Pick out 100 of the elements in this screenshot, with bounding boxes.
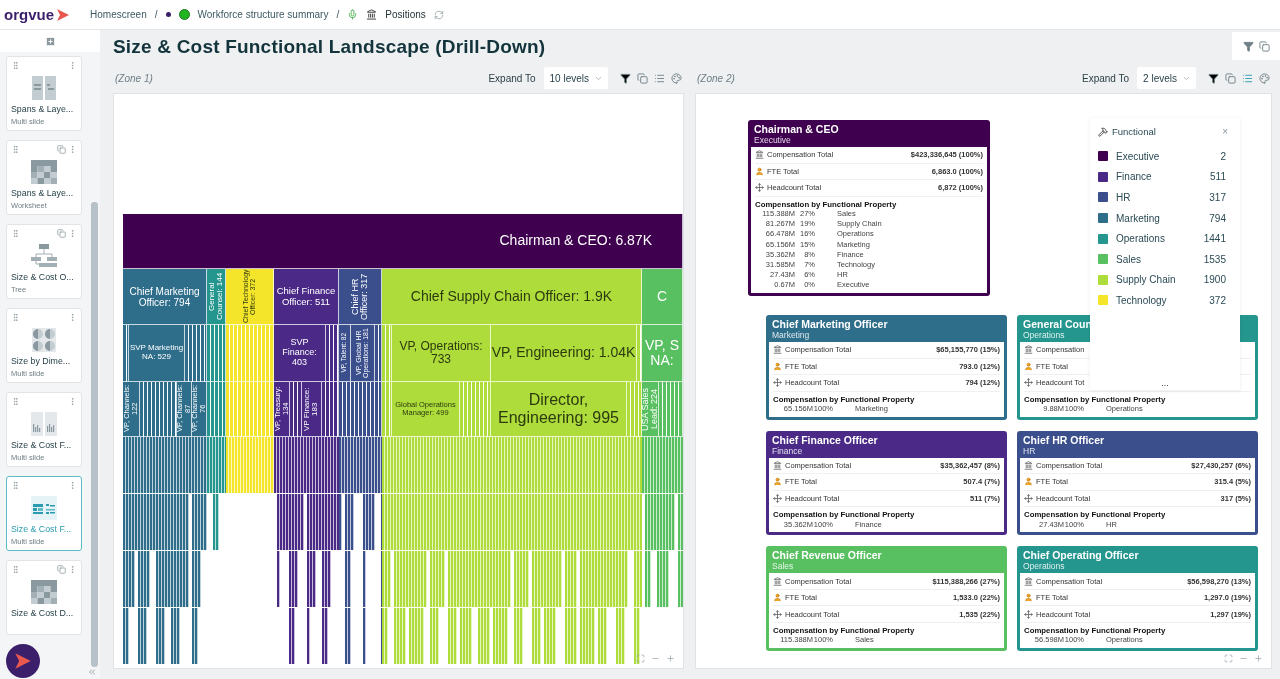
person-icon	[1024, 361, 1033, 371]
bar-thumbnail-icon	[31, 412, 57, 436]
drag-handle-icon[interactable]	[11, 145, 20, 154]
treemap-tile[interactable]	[460, 382, 491, 437]
treemap-tile[interactable]: Chief Finance Officer: 511	[274, 269, 339, 325]
treemap-tile[interactable]	[123, 325, 129, 382]
breadcrumb-link[interactable]: Positions	[385, 9, 426, 20]
bank-icon	[755, 150, 764, 160]
logo[interactable]: orgvue	[4, 6, 54, 23]
treemap-tile[interactable]	[627, 382, 642, 437]
legend-label: Supply Chain	[1116, 274, 1177, 286]
list-icon[interactable]	[654, 72, 665, 84]
more-icon[interactable]	[68, 145, 77, 154]
legend-count: 317	[1209, 192, 1227, 203]
filter-icon[interactable]	[1208, 72, 1219, 84]
treemap-tile[interactable]: Chief Supply Chain Officer: 1.9K	[382, 269, 642, 325]
treemap-tile[interactable]	[226, 382, 274, 437]
card-title: Chief Operating Officer	[1023, 549, 1140, 562]
treemap-tile[interactable]	[207, 325, 226, 382]
zoom-in-icon[interactable]	[666, 654, 675, 663]
legend-label: Technology	[1116, 294, 1168, 306]
treemap-tile[interactable]	[637, 325, 642, 382]
treemap-tile[interactable]: Chief Marketing Officer: 794	[123, 269, 207, 325]
more-icon[interactable]	[68, 229, 77, 238]
copy-icon[interactable]	[1225, 72, 1236, 84]
legend-label: Marketing	[1116, 212, 1161, 224]
cross-arrows-icon	[1024, 378, 1033, 388]
refresh-icon[interactable]	[433, 9, 444, 20]
more-indicator[interactable]: ...	[1161, 378, 1169, 388]
person-icon	[773, 477, 782, 487]
org-card[interactable]	[748, 120, 990, 296]
collapse-icon[interactable]	[87, 667, 97, 677]
list-icon[interactable]	[1242, 72, 1253, 84]
treemap-tile[interactable]: SVP Marketing NA: 529	[129, 325, 185, 382]
drag-handle-icon[interactable]	[11, 481, 20, 490]
copy-icon[interactable]	[637, 72, 648, 84]
slide-card[interactable]: Size & Cost D...	[6, 560, 82, 635]
legend-label: Finance	[1116, 171, 1153, 183]
person-icon	[773, 361, 782, 371]
more-icon[interactable]	[68, 481, 77, 490]
treemap-tile[interactable]	[185, 325, 207, 382]
more-icon[interactable]	[68, 313, 77, 322]
bank-icon	[773, 460, 782, 470]
treemap-tile[interactable]	[382, 382, 392, 437]
levels-select[interactable]: 10 levels	[543, 67, 608, 89]
more-icon[interactable]	[68, 61, 77, 70]
legend-count: 794	[1209, 212, 1227, 224]
worksheet-thumbnail-icon	[31, 160, 57, 184]
add-slide-icon[interactable]	[44, 35, 56, 47]
zone-label: (Zone 1)	[115, 72, 153, 84]
treemap-tile[interactable]	[290, 382, 302, 437]
treemap-tile[interactable]	[207, 382, 226, 437]
breadcrumb-link[interactable]: Workforce structure summary	[197, 9, 329, 20]
more-icon[interactable]	[68, 565, 77, 574]
legend-count: 1535	[1203, 253, 1227, 265]
treemap-tile[interactable]: Director, Engineering: 995	[491, 382, 627, 437]
legend-label: Operations	[1116, 233, 1166, 245]
legend-label: Executive	[1116, 150, 1161, 162]
treemap-tile[interactable]: VP Finance: 183	[302, 382, 322, 437]
drag-handle-icon[interactable]	[11, 229, 20, 238]
fit-icon[interactable]	[636, 654, 645, 663]
card-function: Operations	[1023, 330, 1066, 340]
legend-count: 1441	[1203, 233, 1227, 245]
treemap-tile[interactable]	[140, 382, 177, 437]
app-launcher-button[interactable]	[6, 644, 40, 678]
drag-handle-icon[interactable]	[11, 397, 20, 406]
drag-handle-icon[interactable]	[11, 61, 20, 70]
treemap-tile[interactable]: Chief HR Officer: 317	[339, 269, 382, 325]
palette-icon[interactable]	[671, 72, 682, 84]
filter-icon[interactable]	[620, 72, 631, 84]
card-function: Executive	[754, 135, 792, 145]
levels-select[interactable]: 2 levels	[1137, 67, 1196, 89]
cross-arrows-icon	[755, 183, 764, 193]
copy-icon[interactable]	[1258, 40, 1270, 52]
treemap-tile[interactable]	[322, 382, 339, 437]
treemap-tile[interactable]: General Counsel: 144	[207, 269, 226, 325]
treemap-tile[interactable]	[382, 325, 392, 382]
breadcrumb-link[interactable]: Homescreen	[90, 9, 147, 20]
treemap-tile[interactable]: VP, Engineering: 1.04K	[491, 325, 637, 382]
treemap-tile[interactable]: SVP Finance: 403	[274, 325, 326, 382]
treemap-tile[interactable]: VP, Operations: 733	[392, 325, 491, 382]
fit-icon[interactable]	[1224, 654, 1233, 663]
treemap-tile[interactable]	[659, 382, 683, 437]
expand-label: Expand To	[488, 72, 536, 84]
more-icon[interactable]	[68, 397, 77, 406]
treemap-tile[interactable]	[339, 382, 382, 437]
treemap-tile[interactable]	[326, 325, 339, 382]
card-function: Finance	[772, 445, 804, 456]
treemap-tile[interactable]	[375, 325, 382, 382]
scrollbar[interactable]	[90, 202, 98, 667]
drag-handle-icon[interactable]	[11, 565, 20, 574]
legend-count: 372	[1209, 294, 1227, 306]
legend-title: Functional	[1112, 126, 1156, 137]
palette-icon[interactable]	[1259, 72, 1270, 84]
treemap-tile[interactable]	[226, 325, 274, 382]
treemap-tile[interactable]: Chairman & CEO: 6.87K	[123, 214, 683, 269]
zoom-in-icon[interactable]	[1254, 654, 1263, 663]
card-function: Sales	[772, 561, 795, 572]
slide-title: Size & Cost D...	[11, 608, 75, 618]
drag-handle-icon[interactable]	[11, 313, 20, 322]
